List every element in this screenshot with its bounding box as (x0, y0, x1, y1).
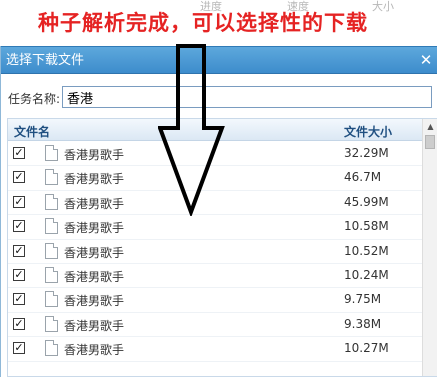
column-header-filename[interactable]: 文件名 (14, 123, 50, 140)
close-icon[interactable]: ✕ (419, 53, 433, 68)
file-name: 香港男歌手 (64, 221, 125, 236)
file-size: 10.58M (344, 219, 389, 234)
task-name-label: 任务名称: (8, 92, 61, 106)
file-name: 香港男歌手 (64, 294, 125, 309)
file-rows: ✓ 香港男歌手 32.29M ✓ 香港男歌手 46.7M ✓ 香港男歌手 45.… (8, 142, 424, 362)
task-name-input[interactable] (62, 86, 432, 108)
checkbox-checked-icon[interactable]: ✓ (13, 293, 25, 306)
file-size: 9.38M (344, 316, 382, 331)
table-row[interactable]: ✓ 香港男歌手 10.24M (8, 264, 424, 289)
file-name: 香港男歌手 (64, 269, 125, 284)
file-icon (45, 266, 58, 283)
checkbox-checked-icon[interactable]: ✓ (13, 195, 25, 208)
table-row[interactable]: ✓ 香港男歌手 9.75M (8, 288, 424, 313)
file-icon (45, 315, 58, 332)
table-row[interactable]: ✓ 香港男歌手 32.29M (8, 142, 424, 167)
file-name: 香港男歌手 (64, 343, 125, 358)
checkbox-checked-icon[interactable]: ✓ (13, 317, 25, 330)
annotation-banner: 进度 速度 大小 种子解析完成，可以选择性的下载 (0, 0, 437, 46)
file-name: 香港男歌手 (64, 318, 125, 333)
table-row[interactable]: ✓ 香港男歌手 45.99M (8, 191, 424, 216)
file-list: 文件名 文件大小 ✓ 香港男歌手 32.29M ✓ 香港男歌手 46.7M ✓ (7, 118, 437, 377)
file-name: 香港男歌手 (64, 148, 125, 162)
checkbox-checked-icon[interactable]: ✓ (13, 244, 25, 257)
scrollbar-thumb[interactable] (425, 135, 435, 149)
file-icon (45, 169, 58, 186)
file-name: 香港男歌手 (64, 196, 125, 211)
dialog-title: 选择下载文件 (6, 53, 85, 68)
file-size: 45.99M (344, 194, 389, 209)
table-row[interactable]: ✓ 香港男歌手 9.38M (8, 313, 424, 338)
file-size: 46.7M (344, 170, 382, 185)
file-name: 香港男歌手 (64, 172, 125, 187)
checkbox-checked-icon[interactable]: ✓ (13, 342, 25, 355)
file-name: 香港男歌手 (64, 245, 125, 260)
task-name-row: 任务名称: (1, 82, 437, 112)
table-row[interactable]: ✓ 香港男歌手 10.52M (8, 240, 424, 264)
file-size: 32.29M (344, 146, 389, 160)
select-download-files-dialog: 选择下载文件 ✕ 任务名称: 文件名 文件大小 ✓ 香港男歌手 32.29M ✓ (0, 46, 437, 377)
file-icon (45, 242, 58, 259)
file-size: 10.52M (344, 243, 389, 258)
table-row[interactable]: ✓ 香港男歌手 10.27M (8, 337, 424, 362)
screenshot-stage: 进度 速度 大小 种子解析完成，可以选择性的下载 选择下载文件 ✕ 任务名称: … (0, 0, 437, 377)
checkbox-checked-icon[interactable]: ✓ (13, 171, 25, 184)
file-icon (45, 340, 58, 357)
file-list-header: 文件名 文件大小 (8, 119, 424, 141)
checkbox-checked-icon[interactable]: ✓ (13, 220, 25, 233)
dialog-titlebar: 选择下载文件 ✕ (1, 46, 437, 74)
checkbox-checked-icon[interactable]: ✓ (13, 268, 25, 281)
scroll-up-icon[interactable]: ▲ (423, 119, 437, 134)
checkbox-checked-icon[interactable]: ✓ (13, 147, 25, 159)
table-row[interactable]: ✓ 香港男歌手 10.58M (8, 215, 424, 240)
vertical-scrollbar[interactable]: ▲ (422, 119, 437, 376)
file-icon (45, 145, 58, 161)
file-icon (45, 291, 58, 308)
file-size: 9.75M (344, 292, 382, 307)
column-header-filesize[interactable]: 文件大小 (344, 123, 392, 140)
table-row[interactable]: ✓ 香港男歌手 46.7M (8, 166, 424, 191)
annotation-text: 种子解析完成，可以选择性的下载 (38, 10, 368, 35)
file-icon (45, 218, 58, 235)
file-icon (45, 193, 58, 210)
file-size: 10.27M (344, 341, 389, 356)
file-size: 10.24M (344, 267, 389, 282)
background-tab-size: 大小 (372, 0, 394, 13)
